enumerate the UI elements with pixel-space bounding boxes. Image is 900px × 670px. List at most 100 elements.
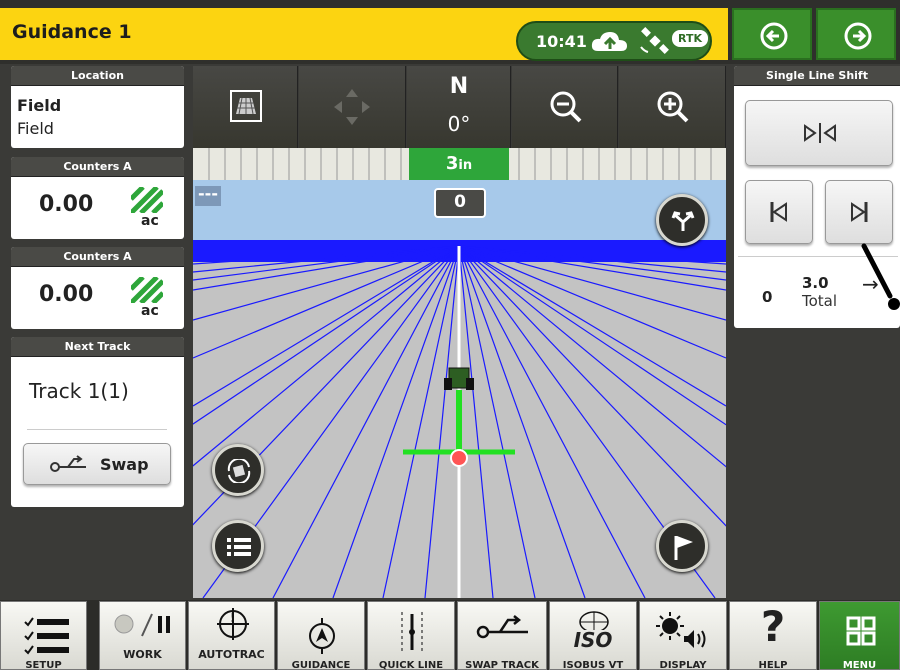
pointer-icon — [861, 243, 900, 310]
location-line1: Field — [17, 96, 62, 115]
quick-line-icon — [401, 612, 423, 652]
isobus-label: ISOBUS VT — [562, 660, 624, 670]
menu-button[interactable]: MENU — [819, 601, 900, 670]
divider — [27, 429, 167, 430]
counter-header: Counters A — [11, 247, 184, 267]
shift-center-button[interactable] — [745, 100, 893, 166]
offset-unit: in — [458, 158, 473, 173]
shift-left-icon — [770, 202, 787, 222]
work-button[interactable]: WORK — [99, 601, 186, 670]
track-options-button[interactable] — [656, 194, 708, 246]
autotrac-icon: ! — [217, 608, 249, 640]
fork-icon — [671, 211, 695, 231]
back-button[interactable] — [732, 8, 812, 60]
counter-unit: ac — [141, 213, 159, 229]
shift-total-label: Total — [802, 292, 838, 310]
work-pause-icon — [114, 613, 170, 637]
counter-panel-2[interactable]: Counters A 0.00 ac — [11, 247, 184, 329]
center-shift-icon — [804, 123, 836, 143]
offset-readout: 3in — [409, 148, 509, 180]
setup-checklist-icon — [24, 617, 69, 655]
location-line2: Field — [17, 119, 54, 138]
heading-letter: N — [449, 74, 469, 99]
location-panel[interactable]: Location Field Field — [11, 66, 184, 148]
guidance-icon — [309, 618, 335, 654]
shift-current: 0 — [762, 288, 773, 306]
setup-button[interactable]: SETUP — [0, 601, 87, 670]
guidance-button[interactable]: GUIDANCE — [277, 601, 365, 670]
swap-label: Swap — [100, 455, 149, 474]
display-button[interactable]: DISPLAY — [639, 601, 727, 670]
menu-label: MENU — [842, 660, 877, 670]
shift-amount: 3.0 — [802, 274, 829, 292]
list-icon — [227, 538, 251, 556]
area-stripes-icon — [131, 277, 163, 303]
heading-indicator[interactable]: N 0° — [407, 66, 511, 148]
isobus-text: ISO — [573, 628, 613, 652]
isobus-globe-icon — [579, 611, 609, 630]
counter-value: 0.00 — [39, 282, 94, 307]
rotate-view-button[interactable] — [212, 444, 264, 496]
guidance-view[interactable]: --- 0 — [193, 180, 726, 598]
swap-track-button[interactable]: SWAP TRACK — [457, 601, 547, 670]
brightness-sound-icon — [656, 612, 706, 648]
arrow-right-icon — [844, 22, 872, 50]
guidance-screen: Guidance 1 10:41 RTK Location Field Fiel… — [0, 0, 900, 670]
counter-value: 0.00 — [39, 192, 94, 217]
field-lines — [193, 240, 726, 598]
setup-label: SETUP — [25, 660, 62, 670]
svg-text:!: ! — [230, 611, 235, 625]
bottom-nav: SETUP WORK ! AUTOTRAC GUIDANCE QUICK LIN… — [0, 600, 900, 670]
zoom-in-button[interactable] — [619, 66, 726, 148]
autotrac-label: AUTOTRAC — [198, 648, 265, 661]
rotate-view-icon — [227, 459, 251, 483]
shift-left-button[interactable] — [745, 180, 813, 244]
list-button[interactable] — [212, 520, 264, 572]
page-title: Guidance 1 — [12, 21, 132, 43]
work-label: WORK — [123, 648, 162, 661]
flag-icon — [674, 536, 693, 560]
guidance-label: GUIDANCE — [291, 660, 351, 670]
offset-value: 3 — [445, 153, 459, 174]
location-header: Location — [11, 66, 184, 86]
cross-track-readout: 0 — [434, 188, 486, 218]
isobus-vt-button[interactable]: ISO ISOBUS VT — [549, 601, 637, 670]
counter-panel-1[interactable]: Counters A 0.00 ac — [11, 157, 184, 239]
swap-track-icon — [50, 455, 86, 472]
status-dash: --- — [195, 186, 221, 206]
zoom-out-button[interactable] — [512, 66, 618, 148]
forward-button[interactable] — [816, 8, 896, 60]
clock: 10:41 — [536, 32, 587, 51]
zoom-in-icon — [657, 91, 689, 123]
shift-right-icon — [851, 202, 868, 222]
swap-track-icon — [476, 615, 528, 639]
quick-line-label: QUICK LINE — [378, 660, 444, 670]
help-label: HELP — [758, 660, 788, 670]
arrow-left-icon — [760, 22, 788, 50]
autotrac-button[interactable]: ! AUTOTRAC — [188, 601, 275, 670]
quick-line-button[interactable]: QUICK LINE — [367, 601, 455, 670]
pan-icon — [334, 89, 370, 125]
display-label: DISPLAY — [659, 660, 707, 670]
map-toolbar: N 0° — [193, 66, 726, 148]
counter-unit: ac — [141, 303, 159, 319]
flag-button[interactable] — [656, 520, 708, 572]
cloud-upload-icon — [591, 32, 627, 51]
counter-header: Counters A — [11, 157, 184, 177]
swap-track-label: SWAP TRACK — [465, 660, 539, 670]
area-stripes-icon — [131, 187, 163, 213]
swap-button[interactable]: Swap — [23, 443, 171, 485]
pan-button[interactable] — [299, 66, 406, 148]
track-name: Track 1(1) — [29, 379, 129, 403]
map-view-button[interactable] — [193, 66, 298, 148]
shift-right-button[interactable] — [825, 180, 893, 244]
satellite-icon — [640, 27, 669, 54]
rtk-badge: RTK — [672, 30, 708, 47]
help-button[interactable]: ? HELP — [729, 601, 817, 670]
heading-degrees: 0° — [447, 112, 471, 136]
grid-menu-icon — [846, 616, 876, 646]
title-bar: Guidance 1 10:41 RTK — [0, 8, 728, 61]
map-view-icon — [230, 90, 262, 122]
status-pill[interactable]: 10:41 RTK — [516, 21, 712, 61]
lightbar: 3in — [193, 148, 726, 180]
